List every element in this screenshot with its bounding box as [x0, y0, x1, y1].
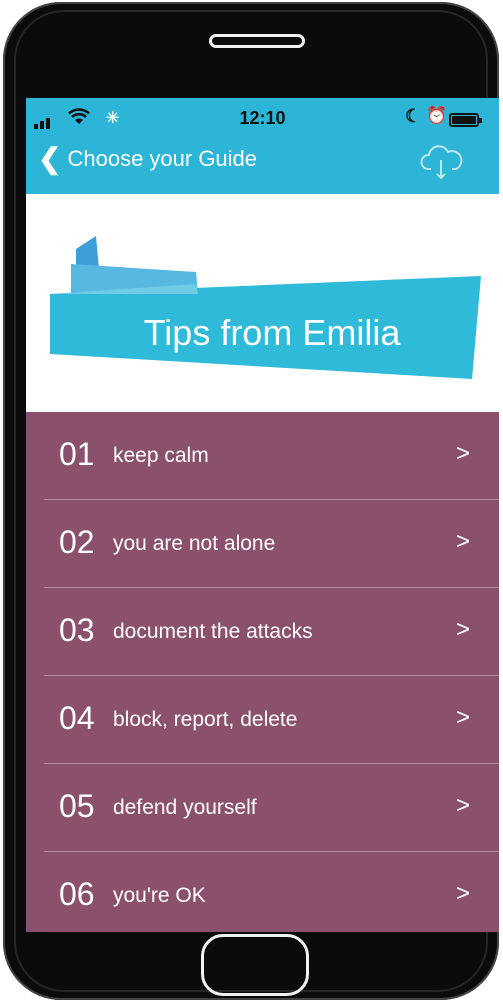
- chevron-right-icon: >: [456, 880, 471, 907]
- tip-number: 03: [59, 612, 95, 648]
- tip-number: 06: [59, 876, 95, 912]
- tip-number: 02: [59, 524, 95, 560]
- tip-number: 05: [59, 788, 95, 824]
- moon-icon: ☾: [405, 106, 422, 126]
- navigation-bar: ✳ 12:10 ☾ ⏰ ❮ Choose your Guide: [26, 98, 499, 194]
- tip-number: 01: [59, 436, 95, 472]
- tip-label: you are not alone: [113, 532, 276, 555]
- alarm-icon: ⏰: [426, 106, 448, 125]
- list-item-tip-05[interactable]: 05 defend yourself >: [26, 764, 499, 852]
- tips-list: 01 keep calm > 02 you are not alone > 03…: [26, 412, 499, 932]
- back-button-label: Choose your Guide: [67, 146, 258, 171]
- list-item-tip-06[interactable]: 06 you're OK >: [26, 852, 499, 932]
- list-item-tip-02[interactable]: 02 you are not alone >: [26, 500, 499, 588]
- banner: Tips from Emilia: [26, 194, 499, 412]
- tip-label: you're OK: [113, 884, 206, 907]
- back-button[interactable]: ❮ Choose your Guide: [38, 142, 257, 176]
- home-button[interactable]: [201, 934, 309, 996]
- list-item-tip-01[interactable]: 01 keep calm >: [26, 412, 499, 500]
- chevron-right-icon: >: [456, 440, 471, 467]
- tip-label: defend yourself: [113, 796, 257, 819]
- chevron-left-icon: ❮: [38, 143, 62, 174]
- battery-icon: [449, 113, 482, 127]
- tip-label: keep calm: [113, 444, 209, 467]
- phone-frame: ✳ 12:10 ☾ ⏰ ❮ Choose your Guide Tips fro…: [3, 2, 499, 1000]
- cloud-download-icon[interactable]: [419, 142, 465, 182]
- tip-number: 04: [59, 700, 95, 736]
- chevron-right-icon: >: [456, 792, 471, 819]
- speaker-grille: [209, 34, 305, 48]
- chevron-right-icon: >: [456, 528, 471, 555]
- tip-label: block, report, delete: [113, 708, 298, 731]
- banner-ribbon: [50, 236, 481, 379]
- chevron-right-icon: >: [456, 704, 471, 731]
- status-bar: ✳ 12:10 ☾ ⏰: [26, 98, 499, 136]
- tip-label: document the attacks: [113, 620, 313, 643]
- banner-title: Tips from Emilia: [143, 312, 401, 353]
- list-item-tip-03[interactable]: 03 document the attacks >: [26, 588, 499, 676]
- app-screen: ✳ 12:10 ☾ ⏰ ❮ Choose your Guide Tips fro…: [26, 98, 499, 932]
- chevron-right-icon: >: [456, 616, 471, 643]
- list-item-tip-04[interactable]: 04 block, report, delete >: [26, 676, 499, 764]
